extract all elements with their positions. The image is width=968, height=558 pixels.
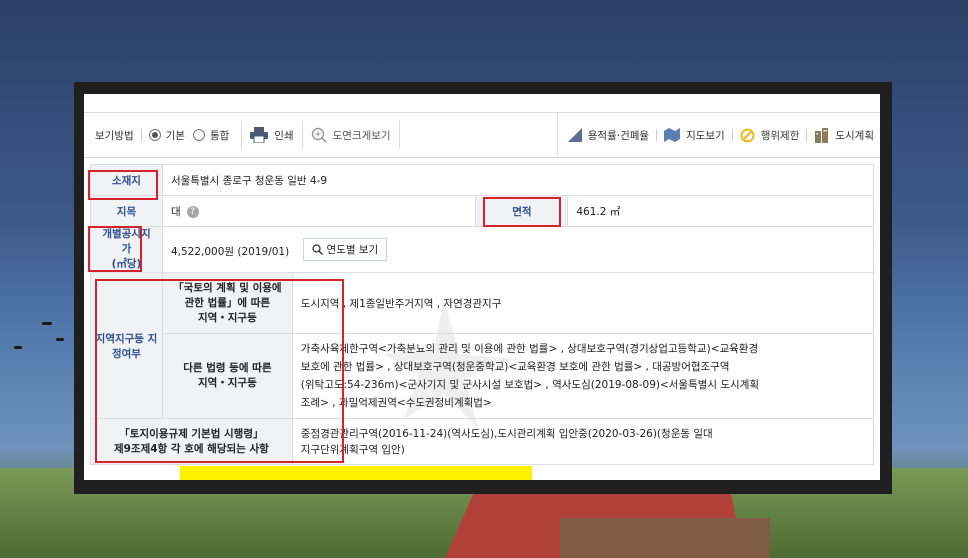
screenshot-frame: 보기방법 기본 통합 인쇄 도면크게보기 용적률·건폐율 지도보기 행위제한 도… xyxy=(74,82,892,494)
official-price-label-line1: 개별공시지가 xyxy=(102,228,151,255)
map-icon xyxy=(664,128,681,142)
print-label: 인쇄 xyxy=(274,129,294,142)
divider xyxy=(731,129,733,141)
enforcement-decree-value: 중점경관관리구역(2016-11-24)(역사도심),도시관리계획 입안중(20… xyxy=(291,418,875,465)
map-view-label: 지도보기 xyxy=(686,129,725,142)
land-category-value: 대 xyxy=(170,205,181,218)
table-row: 지역지구등 지정여부 「국토의 계획 및 이용에 관한 법률」에 따른 지역・지… xyxy=(90,272,875,419)
background-barn xyxy=(560,518,770,558)
building-icon xyxy=(814,127,829,143)
combined-radio-label[interactable]: 통합 xyxy=(210,128,229,143)
label-line: 「국토의 계획 및 이용에 xyxy=(173,281,282,294)
table-row: 지목 대? 면적 461.2 ㎡ xyxy=(90,195,874,227)
divider xyxy=(806,129,808,141)
table-row: 「토지이용규제 기본법 시행령」 제9조제4항 각 호에 해당되는 사항 중점경… xyxy=(90,418,875,465)
bird xyxy=(14,346,22,349)
bird xyxy=(56,338,64,341)
combined-radio[interactable] xyxy=(192,129,205,141)
area-label: 면적 xyxy=(475,195,569,227)
value-line: (위탁고도:54-236m)<군사기지 및 군사시설 보호법> , 역사도심(2… xyxy=(300,379,760,391)
zoom-in-icon xyxy=(311,127,327,143)
enlarge-map-button[interactable]: 도면크게보기 xyxy=(303,121,400,149)
view-method-label: 보기방법 xyxy=(95,129,134,142)
label-line: 「토지이용규제 기본법 시행령」 xyxy=(119,427,264,440)
printer-icon xyxy=(250,127,269,143)
zone-designation-label: 지역지구등 지정여부 xyxy=(90,272,163,419)
enforcement-decree-label: 「토지이용규제 기본법 시행령」 제9조제4항 각 호에 해당되는 사항 xyxy=(90,418,293,465)
land-category-cell: 대? xyxy=(161,195,477,227)
search-icon xyxy=(311,244,323,255)
year-view-button[interactable]: 연도별 보기 xyxy=(302,238,388,261)
value-line: 중점경관관리구역(2016-11-24)(역사도심),도시관리계획 입안중(20… xyxy=(300,427,713,440)
basic-radio[interactable] xyxy=(148,129,161,141)
basic-radio-label[interactable]: 기본 xyxy=(166,128,185,143)
label-line: 관한 법률」에 따른 xyxy=(184,296,271,309)
other-law-zone-label: 다른 법령 등에 따른 지역・지구등 xyxy=(161,333,293,419)
national-land-law-zone-label: 「국토의 계획 및 이용에 관한 법률」에 따른 지역・지구등 xyxy=(161,272,293,334)
help-icon[interactable]: ? xyxy=(186,205,199,218)
table-row: 개별공시지가 (㎡당) 4,522,000원 (2019/01) 연도별 보기 xyxy=(90,226,875,273)
land-category-label: 지목 xyxy=(90,195,163,227)
land-info-table: 소재지 서울특별시 종로구 청운동 일반 4-9 지목 대? 면적 461.2 … xyxy=(90,164,875,465)
value-line: 보호에 관한 법률> , 상대보호구역(청운중학교)<교육환경 보호에 관한 법… xyxy=(300,361,730,373)
enlarge-map-label: 도면크게보기 xyxy=(332,129,391,142)
table-row: 소재지 서울특별시 종로구 청운동 일반 4-9 xyxy=(90,164,875,196)
location-value: 서울특별시 종로구 청운동 일반 4-9 xyxy=(161,164,875,196)
label-line: 지역・지구등 xyxy=(197,311,257,324)
divider xyxy=(140,129,142,141)
ratio-button[interactable]: 용적률·건폐율 xyxy=(567,128,650,143)
ratio-label: 용적률·건폐율 xyxy=(587,129,650,142)
table-row: 다른 법령 등에 따른 지역・지구등 가축사육제한구역<가축분뇨의 관리 및 이… xyxy=(91,333,875,419)
urban-plan-button[interactable]: 도시계획 xyxy=(814,127,874,143)
official-price-cell: 4,522,000원 (2019/01) 연도별 보기 xyxy=(161,226,875,273)
official-price-label: 개별공시지가 (㎡당) xyxy=(90,226,163,273)
ruler-triangle-icon xyxy=(567,128,582,142)
value-line: 조례> , 과밀억제권역<수도권정비계획법> xyxy=(300,397,492,409)
label-line: 다른 법령 등에 따른 xyxy=(183,362,272,374)
print-button[interactable]: 인쇄 xyxy=(241,121,303,149)
national-land-law-zone-value: 도시지역 , 제1종일반주거지역 , 자연경관지구 xyxy=(291,272,875,334)
bird xyxy=(42,322,52,325)
zone-designation-label-text: 지역지구등 지정여부 xyxy=(95,332,158,360)
official-price-value: 4,522,000원 (2019/01) xyxy=(170,246,290,258)
land-use-page: 보기방법 기본 통합 인쇄 도면크게보기 용적률·건폐율 지도보기 행위제한 도… xyxy=(84,94,880,480)
value-line: 가축사육제한구역<가축분뇨의 관리 및 이용에 관한 법률> , 상대보호구역(… xyxy=(300,343,759,355)
restriction-label: 행위제한 xyxy=(760,129,800,142)
map-view-button[interactable]: 지도보기 xyxy=(664,128,725,143)
value-line: 지구단위계획구역 입안) xyxy=(300,443,405,456)
area-value: 461.2 ㎡ xyxy=(567,195,874,227)
other-law-zone-value: 가축사육제한구역<가축분뇨의 관리 및 이용에 관한 법률> , 상대보호구역(… xyxy=(291,333,875,419)
restriction-button[interactable]: 행위제한 xyxy=(740,128,800,143)
urban-plan-label: 도시계획 xyxy=(835,129,874,142)
toolbar: 보기방법 기본 통합 인쇄 도면크게보기 용적률·건폐율 지도보기 행위제한 도… xyxy=(84,112,880,158)
label-line: 제9조제4항 각 호에 해당되는 사항 xyxy=(113,442,269,455)
divider xyxy=(656,129,658,141)
location-label: 소재지 xyxy=(90,164,163,196)
map-image-strip xyxy=(180,466,532,480)
official-price-label-line2: (㎡당) xyxy=(111,258,142,270)
year-view-label: 연도별 보기 xyxy=(326,244,379,256)
prohibition-icon xyxy=(740,128,755,143)
label-line: 지역・지구등 xyxy=(197,377,257,389)
